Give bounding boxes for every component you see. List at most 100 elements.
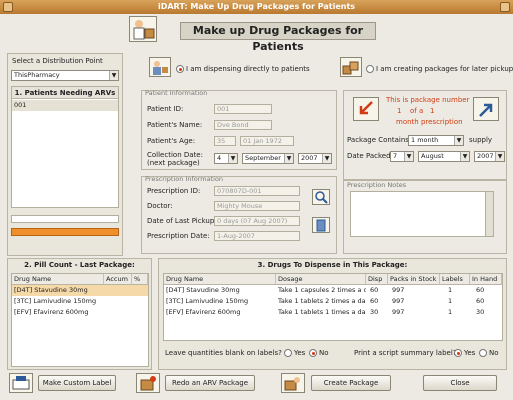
dist-point-select[interactable]: ThisPharmacy ▼: [11, 70, 119, 81]
redo-arv-package-button[interactable]: Redo an ARV Package: [165, 375, 255, 391]
progress-bar: [11, 228, 119, 236]
package-number-line1: This is package number: [386, 96, 470, 104]
cell-labels[interactable]: 1: [446, 296, 470, 307]
blank-labels-yes-radio[interactable]: [284, 349, 292, 357]
collection-day-value: 4: [217, 154, 222, 162]
summary-no-radio[interactable]: [479, 349, 487, 357]
chevron-down-icon: ▼: [109, 71, 118, 80]
prescription-notes-section: Prescription Notes: [343, 180, 507, 254]
pill-count-col-accum[interactable]: Accum: [104, 274, 132, 285]
collection-year-value: 2007: [301, 154, 318, 162]
packed-month-select[interactable]: August ▼: [418, 151, 470, 162]
collection-day-select[interactable]: 4 ▼: [214, 153, 238, 164]
cell-inhand[interactable]: 30: [474, 307, 502, 318]
patient-name-field[interactable]: Dve Bond: [214, 120, 272, 130]
dispense-col-stock[interactable]: Packs in Stock: [388, 274, 440, 285]
cell-disp[interactable]: 30: [368, 307, 388, 318]
table-row[interactable]: [D4T] Stavudine 30mg: [12, 285, 148, 296]
pill-count-col-pct[interactable]: %: [132, 274, 148, 285]
table-row[interactable]: [3TC] Lamivudine 150mg Take 1 tablets 2 …: [164, 296, 502, 307]
distribution-panel: Select a Distribution Point ThisPharmacy…: [7, 53, 123, 256]
prescription-edit-button[interactable]: [312, 217, 330, 233]
list-item[interactable]: 001: [12, 100, 118, 111]
cell-inhand[interactable]: 60: [474, 285, 502, 296]
cell-drug: [D4T] Stavudine 30mg: [166, 286, 240, 294]
dispense-later-radio[interactable]: [366, 65, 374, 73]
cell-dosage: Take 1 tablets 2 times a day: [278, 297, 366, 305]
table-row[interactable]: [3TC] Lamivudine 150mg: [12, 296, 148, 307]
package-contains-select[interactable]: 1 month ▼: [408, 135, 464, 146]
make-custom-label-button[interactable]: Make Custom Label: [38, 375, 116, 391]
cell-labels[interactable]: 1: [446, 307, 470, 318]
supply-label: supply: [469, 136, 493, 144]
dispense-header: 3. Drugs To Dispense in This Package:: [257, 261, 408, 269]
prescription-id-field[interactable]: 070807D-001: [214, 186, 300, 196]
dispense-col-disp[interactable]: Disp: [366, 274, 388, 285]
prescription-date-field[interactable]: 1-Aug-2007: [214, 231, 300, 241]
prescription-info-section: Prescription Information Prescription ID…: [141, 175, 337, 254]
table-row[interactable]: [D4T] Stavudine 30mg Take 1 capsules 2 t…: [164, 285, 502, 296]
dispense-panel: 3. Drugs To Dispense in This Package: Dr…: [158, 258, 507, 370]
packed-year-select[interactable]: 2007 ▼: [474, 151, 505, 162]
package-info-section: This is package number 1 of a 1 month pr…: [343, 90, 507, 180]
prescription-search-button[interactable]: [312, 189, 330, 205]
prescription-info-label: Prescription Information: [145, 175, 224, 183]
dispense-col-dosage[interactable]: Dosage: [276, 274, 366, 285]
chevron-down-icon: ▼: [404, 152, 413, 161]
dispense-col-labels[interactable]: Labels: [440, 274, 470, 285]
prescription-id-label: Prescription ID:: [147, 187, 201, 195]
dispense-col-drug[interactable]: Drug Name: [164, 274, 276, 285]
last-pickup-field[interactable]: 0 days (07 Aug 2007): [214, 216, 300, 226]
doctor-field[interactable]: Mighty Mouse: [214, 201, 300, 211]
package-total-value: 1: [430, 107, 435, 115]
cell-inhand[interactable]: 60: [474, 296, 502, 307]
collection-month-select[interactable]: September ▼: [242, 153, 294, 164]
patient-info-section: Patient Information Patient ID: 001 Pati…: [141, 89, 337, 170]
window-title: iDART: Make Up Drug Packages for Patient…: [157, 2, 356, 11]
packed-day-select[interactable]: 7 ▼: [390, 151, 414, 162]
patient-search-field[interactable]: [11, 215, 119, 223]
previous-package-button[interactable]: [353, 97, 379, 121]
dist-point-value: ThisPharmacy: [14, 71, 60, 79]
cell-stock: 997: [392, 297, 405, 305]
dispense-direct-label: I am dispensing directly to patients: [186, 65, 310, 73]
summary-yes-radio[interactable]: [454, 349, 462, 357]
cell-stock: 997: [392, 286, 405, 294]
patient-age-field[interactable]: 35: [214, 136, 236, 146]
patient-id-field[interactable]: 001: [214, 104, 272, 114]
table-row[interactable]: [EFV] Efavirenz 600mg Take 1 tablets 1 t…: [164, 307, 502, 318]
cell-disp[interactable]: 60: [368, 285, 388, 296]
window-menu-button[interactable]: [3, 2, 13, 12]
cell-dosage: Take 1 capsules 2 times a day: [278, 286, 366, 294]
patient-dob-field[interactable]: 01 Jan 1972: [240, 136, 294, 146]
cell-disp[interactable]: 60: [368, 296, 388, 307]
search-icon: [315, 191, 328, 204]
collection-year-select[interactable]: 2007 ▼: [298, 153, 332, 164]
collection-month-value: September: [245, 154, 281, 162]
pill-count-col-drug[interactable]: Drug Name: [12, 274, 104, 285]
close-button[interactable]: Close: [423, 375, 497, 391]
package-number-value: 1: [397, 107, 402, 115]
blank-labels-no-radio[interactable]: [309, 349, 317, 357]
last-pickup-label: Date of Last Pickup:: [147, 217, 217, 225]
next-package-button[interactable]: [473, 97, 499, 121]
summary-label-question: Print a script summary label?: [354, 349, 457, 357]
patient-info-label: Patient Information: [145, 89, 208, 97]
dispense-direct-radio[interactable]: [176, 65, 184, 73]
patients-list-header: 1. Patients Needing ARVs: [12, 87, 118, 99]
notes-scrollbar[interactable]: [485, 192, 493, 236]
table-row[interactable]: [EFV] Efavirenz 600mg: [12, 307, 148, 318]
prescription-notes-textarea[interactable]: [350, 191, 494, 237]
window-close-button[interactable]: [500, 2, 510, 12]
dist-point-label: Select a Distribution Point: [12, 57, 103, 65]
pill-count-header: 2. Pill Count - Last Package:: [24, 261, 135, 269]
dispense-col-inhand[interactable]: In Hand: [470, 274, 502, 285]
dispense-later-label: I am creating packages for later pickup: [376, 65, 513, 73]
chevron-down-icon: ▼: [322, 154, 331, 163]
package-contains-label: Package Contains:: [347, 136, 412, 144]
prescription-date-label: Prescription Date:: [147, 232, 210, 240]
create-package-button[interactable]: Create Package: [311, 375, 391, 391]
pill-count-panel: 2. Pill Count - Last Package: Drug Name …: [7, 258, 152, 370]
cell-labels[interactable]: 1: [446, 285, 470, 296]
date-packed-label: Date Packed:: [347, 152, 393, 160]
